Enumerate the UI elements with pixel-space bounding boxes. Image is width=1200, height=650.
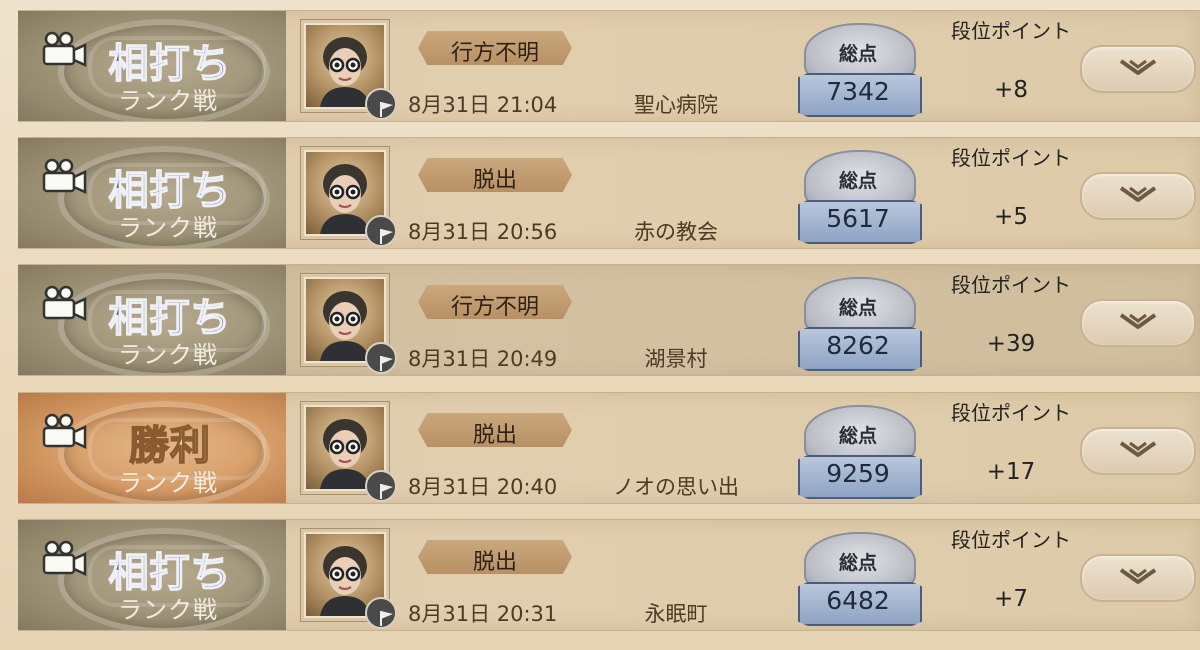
character-portrait (300, 528, 397, 629)
total-score-plaque: 総点 9259 (798, 405, 922, 499)
match-row[interactable]: 勝利 ランク戦 脱出 8月31日 20:40 ノオの思い出 総点 9259 段位… (18, 392, 1200, 504)
survivor-status: 脱出 (472, 168, 517, 193)
match-row[interactable]: 相打ち ランク戦 行方不 (18, 10, 1200, 122)
match-row[interactable]: 相打ち ランク戦 行方不 (18, 264, 1200, 376)
match-datetime: 8月31日 20:56 (408, 220, 558, 244)
total-score-label: 総点 (838, 170, 877, 192)
rank-points-value: +7 (994, 586, 1028, 612)
survivor-status-banner: 脱出 (418, 158, 572, 193)
character-portrait (300, 146, 397, 247)
map-name: 赤の教会 (634, 220, 718, 244)
rank-points-label: 段位ポイント (951, 19, 1071, 43)
survivor-status-banner: 行方不明 (418, 285, 572, 320)
total-score-value: 6482 (826, 586, 890, 615)
flag-icon (365, 215, 397, 247)
result-badge: 相打ち ランク戦 (18, 138, 286, 248)
mode-label: ランク戦 (118, 214, 218, 242)
mode-label: ランク戦 (118, 341, 218, 369)
mode-label: ランク戦 (118, 87, 218, 115)
rank-points-value: +17 (986, 459, 1036, 485)
flag-icon (365, 342, 397, 374)
match-datetime: 8月31日 20:49 (408, 347, 558, 371)
mode-label: ランク戦 (118, 469, 218, 497)
rank-points-value: +8 (994, 77, 1028, 103)
total-score-plaque: 総点 5617 (798, 150, 922, 244)
chevron-down-icon (1119, 186, 1157, 202)
character-portrait (300, 19, 397, 120)
total-score-value: 7342 (826, 77, 890, 106)
total-score-label: 総点 (838, 43, 877, 65)
total-score-plaque: 総点 8262 (798, 277, 922, 371)
result-badge: 相打ち ランク戦 (18, 520, 286, 630)
expand-details-button[interactable] (1080, 299, 1196, 347)
expand-details-button[interactable] (1080, 427, 1196, 475)
rank-points-label: 段位ポイント (951, 401, 1071, 425)
survivor-status: 脱出 (472, 550, 517, 575)
flag-icon (365, 470, 397, 502)
total-score-value: 5617 (826, 204, 890, 233)
match-row[interactable]: 相打ち ランク戦 脱出 (18, 137, 1200, 249)
map-name: 永眠町 (644, 602, 708, 626)
expand-details-button[interactable] (1080, 172, 1196, 220)
match-row[interactable]: 相打ち ランク戦 脱出 (18, 519, 1200, 631)
chevron-down-icon (1119, 568, 1157, 584)
character-portrait (300, 273, 397, 374)
flag-icon (365, 88, 397, 120)
chevron-down-icon (1119, 313, 1157, 329)
match-datetime: 8月31日 20:31 (408, 602, 558, 626)
match-datetime: 8月31日 21:04 (408, 93, 558, 117)
survivor-status: 行方不明 (450, 41, 539, 66)
map-name: ノオの思い出 (613, 475, 739, 499)
result-badge: 相打ち ランク戦 (18, 265, 286, 375)
survivor-status: 行方不明 (450, 295, 539, 320)
rank-points-value: +39 (986, 331, 1036, 357)
survivor-status: 脱出 (472, 423, 517, 448)
survivor-status-banner: 行方不明 (418, 31, 572, 66)
map-name: 湖景村 (644, 347, 708, 371)
rank-points-value: +5 (994, 204, 1028, 230)
rank-points-label: 段位ポイント (951, 146, 1071, 170)
survivor-status-banner: 脱出 (418, 540, 572, 575)
total-score-value: 9259 (826, 459, 890, 488)
result-badge: 勝利 ランク戦 (18, 393, 286, 503)
total-score-label: 総点 (838, 425, 877, 447)
total-score-plaque: 総点 7342 (798, 23, 922, 117)
match-datetime: 8月31日 20:40 (408, 475, 558, 499)
character-portrait (300, 401, 397, 502)
map-name: 聖心病院 (634, 93, 718, 117)
flag-icon (365, 597, 397, 629)
rank-points-label: 段位ポイント (951, 528, 1071, 552)
expand-details-button[interactable] (1080, 554, 1196, 602)
chevron-down-icon (1119, 441, 1157, 457)
total-score-value: 8262 (826, 331, 890, 360)
result-badge: 相打ち ランク戦 (18, 11, 286, 121)
rank-points-label: 段位ポイント (951, 273, 1071, 297)
mode-label: ランク戦 (118, 596, 218, 624)
survivor-status-banner: 脱出 (418, 413, 572, 448)
chevron-down-icon (1119, 59, 1157, 75)
total-score-label: 総点 (838, 297, 877, 319)
total-score-label: 総点 (838, 552, 877, 574)
expand-details-button[interactable] (1080, 45, 1196, 93)
total-score-plaque: 総点 6482 (798, 532, 922, 626)
